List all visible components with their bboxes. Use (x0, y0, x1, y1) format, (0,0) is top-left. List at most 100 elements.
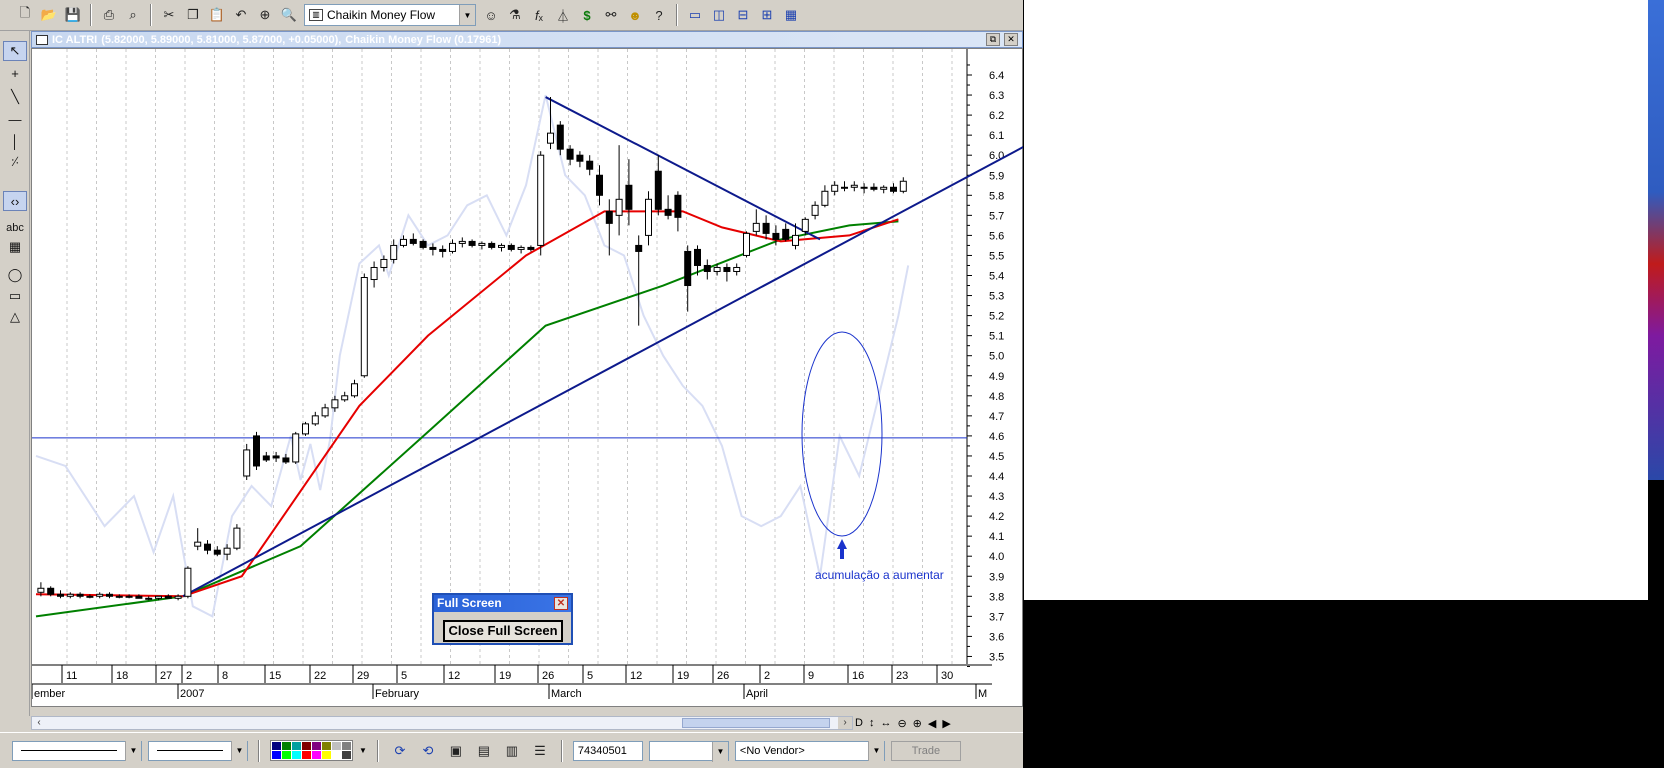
smiley-icon[interactable]: ☻ (624, 4, 646, 26)
binoculars-icon[interactable]: ⚯ (600, 4, 622, 26)
palette-swatch[interactable] (272, 751, 281, 759)
candle-body (282, 457, 290, 463)
y-tick-label: 3.9 (989, 571, 1004, 583)
palette-swatch[interactable] (282, 742, 291, 750)
restore-button[interactable]: ⧉ (986, 33, 1000, 46)
help-icon[interactable]: ? (648, 4, 670, 26)
palette-swatch[interactable] (332, 742, 341, 750)
crosshair-tool-icon[interactable]: + (3, 63, 27, 83)
formula-icon[interactable]: ⚗ (504, 4, 526, 26)
cut-icon[interactable]: ✂ (158, 4, 180, 26)
indicator-icon[interactable]: ⏃ (552, 4, 574, 26)
palette-swatch[interactable] (302, 751, 311, 759)
color-palette[interactable] (270, 740, 353, 761)
undo-icon[interactable]: ↶ (230, 4, 252, 26)
snapshot-icon[interactable]: ▣ (445, 740, 467, 762)
x-tick-label: 5 (401, 670, 407, 682)
close-icon[interactable]: ✕ (554, 597, 568, 610)
palette-swatch[interactable] (282, 751, 291, 759)
palette-swatch[interactable] (302, 742, 311, 750)
chevron-down-icon[interactable]: ▼ (711, 741, 728, 762)
candle-body (292, 433, 300, 463)
save-icon[interactable]: 💾 (62, 4, 84, 26)
new-icon[interactable]: 🗋 (14, 4, 36, 26)
nav-control-icon[interactable]: ◀ (928, 717, 936, 730)
refresh-icon[interactable]: ⟳ (389, 740, 411, 762)
account-field[interactable]: 74340501 (572, 740, 643, 761)
line-width-select[interactable]: ▼ (148, 740, 248, 761)
nav-control-icon[interactable]: ⊖ (897, 717, 906, 730)
candle-body (174, 595, 182, 599)
chevron-down-icon[interactable]: ▼ (459, 5, 475, 25)
open-icon[interactable]: 📂 (38, 4, 60, 26)
expert-icon[interactable]: ☺ (480, 4, 502, 26)
chart-scrollbar[interactable]: ‹ › (31, 716, 853, 730)
palette-swatch[interactable] (342, 751, 351, 759)
candle-body (468, 240, 476, 246)
scroll-thumb[interactable] (682, 718, 830, 728)
tile-vertical-icon[interactable]: ◫ (708, 4, 730, 26)
chevron-down-icon[interactable]: ▼ (125, 740, 141, 761)
y-tick-label: 6.2 (989, 110, 1004, 122)
pane-stack-icon[interactable]: ☰ (529, 740, 551, 762)
crosshair-icon[interactable]: ⊕ (254, 4, 276, 26)
tile-grid-icon[interactable]: ⊞ (756, 4, 778, 26)
nav-control-icon[interactable]: ↔ (880, 717, 891, 729)
indicator-select[interactable]: ▥ Chaikin Money Flow ▼ (304, 4, 476, 26)
vertical-line-icon[interactable]: │ (3, 131, 27, 151)
tile-horizontal-icon[interactable]: ⊟ (732, 4, 754, 26)
function-icon[interactable]: fₓ (528, 4, 550, 26)
print-preview-icon[interactable]: ⌕ (122, 4, 144, 26)
candle-body (801, 218, 809, 232)
palette-swatch[interactable] (322, 742, 331, 750)
close-window-button[interactable]: ✕ (1004, 33, 1018, 46)
window-icon[interactable]: ▭ (684, 4, 706, 26)
close-full-screen-button[interactable]: Close Full Screen (443, 620, 563, 642)
palette-swatch[interactable] (292, 742, 301, 750)
ellipse-icon[interactable]: ◯ (3, 265, 27, 285)
month-label: M (978, 688, 987, 700)
palette-swatch[interactable] (322, 751, 331, 759)
triangle-icon[interactable]: △ (3, 307, 27, 327)
nav-control-icon[interactable]: D (855, 717, 863, 729)
x-tick-label: 16 (852, 670, 864, 682)
grid-tool-icon[interactable]: ▦ (3, 237, 27, 257)
nav-control-icon[interactable]: ↕ (869, 717, 875, 729)
chevron-down-icon[interactable]: ▼ (231, 740, 247, 761)
paste-icon[interactable]: 📋 (206, 4, 228, 26)
zoom-arrows-icon[interactable]: ‹› (3, 191, 27, 211)
pointer-icon[interactable]: ↖ (3, 41, 27, 61)
palette-swatch[interactable] (272, 742, 281, 750)
chevron-down-icon[interactable]: ▼ (867, 740, 884, 761)
layout-icon[interactable]: ▦ (780, 4, 802, 26)
copy-icon[interactable]: ❐ (182, 4, 204, 26)
vendor-select[interactable]: <No Vendor> ▼ (734, 740, 885, 761)
scroll-right-icon[interactable]: › (838, 717, 852, 729)
fibonacci-icon[interactable]: ⸓ (3, 151, 27, 171)
candle-body (556, 124, 564, 150)
palette-swatch[interactable] (332, 751, 341, 759)
rectangle-icon[interactable]: ▭ (3, 286, 27, 306)
dollar-icon[interactable]: $ (576, 4, 598, 26)
palette-swatch[interactable] (292, 751, 301, 759)
trade-button[interactable]: Trade (890, 740, 961, 761)
palette-swatch[interactable] (342, 742, 351, 750)
nav-control-icon[interactable]: ▶ (942, 717, 950, 730)
text-tool-icon[interactable]: abc (3, 218, 27, 238)
palette-swatch[interactable] (312, 751, 321, 759)
print-icon[interactable]: ⎙ (98, 4, 120, 26)
order-type-select[interactable]: ▼ (648, 740, 729, 762)
y-tick-label: 5.2 (989, 311, 1004, 323)
palette-dropdown-icon[interactable]: ▼ (359, 746, 367, 755)
palette-swatch[interactable] (312, 742, 321, 750)
refresh-all-icon[interactable]: ⟲ (417, 740, 439, 762)
pane-split-icon[interactable]: ▥ (501, 740, 523, 762)
pane-icon[interactable]: ▤ (473, 740, 495, 762)
y-tick-label: 5.6 (989, 230, 1004, 242)
nav-control-icon[interactable]: ⊕ (913, 717, 922, 730)
line-style-select[interactable]: ▼ (12, 740, 142, 761)
zoom-icon[interactable]: 🔍 (278, 4, 300, 26)
trendline-icon[interactable]: ╲ (3, 87, 27, 107)
horizontal-line-icon[interactable]: — (3, 109, 27, 129)
scroll-left-icon[interactable]: ‹ (32, 717, 46, 729)
